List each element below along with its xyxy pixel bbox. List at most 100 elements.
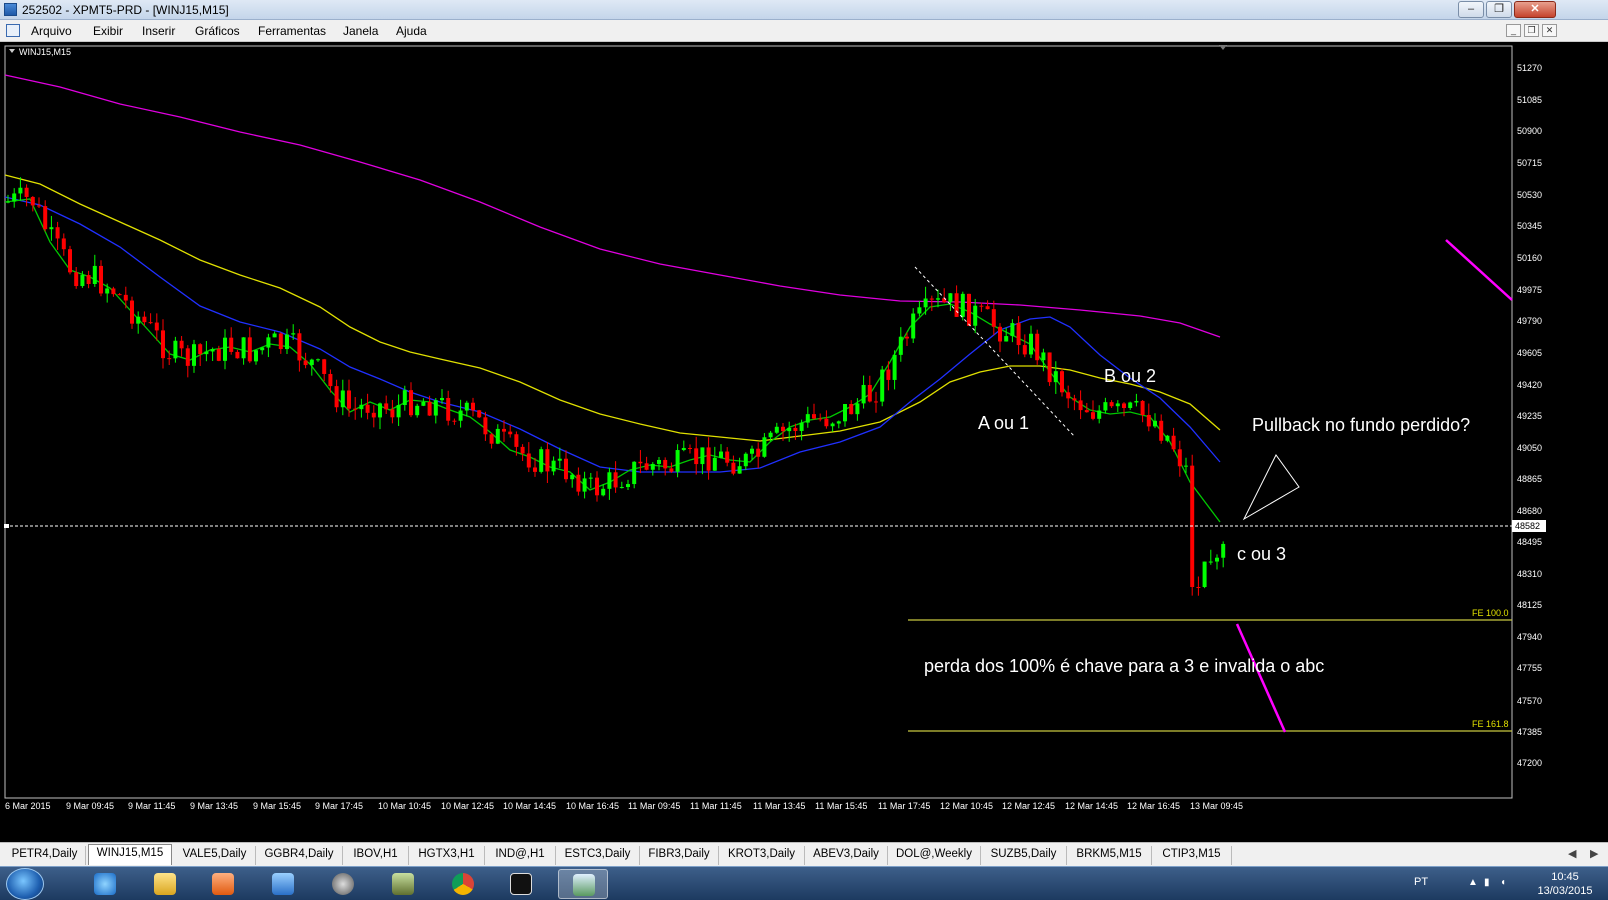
candle-body [378,403,382,418]
candle-body [700,447,705,465]
chart-background [0,42,1608,842]
candle-body [285,334,289,350]
tab-scroll-left-icon[interactable]: ◀ [1568,847,1576,860]
tab-dol[interactable]: DOL@,Weekly [888,846,981,865]
tab-hgtx3[interactable]: HGTX3,H1 [409,846,485,865]
taskbar-explorer[interactable] [140,869,190,899]
candle-body [539,449,544,472]
tab-scroll-right-icon[interactable]: ▶ [1590,847,1598,860]
candle-body [489,434,494,444]
tray-expand-icon[interactable]: ▲ [1468,877,1480,889]
price-level-label: 48865 [1517,474,1542,484]
taskbar-metatrader[interactable] [558,869,608,899]
price-level-label: 49790 [1517,316,1542,326]
mdi-restore-button[interactable]: ❐ [1524,24,1539,37]
price-level-label: 50530 [1517,190,1542,200]
taskbar-media[interactable] [198,869,248,899]
taskbar-outlook[interactable] [258,869,308,899]
menu-arquivo[interactable]: Arquivo [31,24,72,38]
price-line-handle[interactable] [4,524,9,528]
close-button[interactable]: ✕ [1514,1,1556,18]
start-orb[interactable] [6,868,44,900]
candle-body [551,460,556,472]
candle-body [167,358,172,360]
candle-body [266,337,271,348]
taskbar-chrome[interactable] [438,869,488,899]
time-label: 10 Mar 16:45 [566,801,619,811]
menu-inserir[interactable]: Inserir [142,24,175,38]
candle-body [229,337,234,352]
menu-exibir[interactable]: Exibir [93,24,123,38]
tab-estc3[interactable]: ESTC3,Daily [556,846,640,865]
title-bar[interactable]: 252502 - XPMT5-PRD - [WINJ15,M15] – ❐ ✕ [0,0,1608,20]
time-label: 11 Mar 17:45 [878,801,930,811]
menu-ferramentas[interactable]: Ferramentas [258,24,326,38]
candle-body [1016,323,1021,346]
tab-ggbr4[interactable]: GGBR4,Daily [256,846,343,865]
tab-vale5[interactable]: VALE5,Daily [174,846,256,865]
candle-body [923,298,928,308]
candle-body [985,306,990,310]
candle-body [905,336,909,339]
candle-body [737,466,742,474]
tab-ctip3[interactable]: CTIP3,M15 [1152,846,1232,865]
time-label: 11 Mar 09:45 [628,801,680,811]
candle-body [545,449,550,472]
tab-winj15[interactable]: WINJ15,M15 [88,844,172,865]
tab-suzb5[interactable]: SUZB5,Daily [981,846,1067,865]
candle-body [1084,410,1089,413]
candle-body [24,187,29,197]
mdi-minimize-button[interactable]: _ [1506,24,1521,37]
language-indicator[interactable]: PT [1414,876,1428,888]
annotation-a[interactable]: A ou 1 [978,413,1029,433]
candle-body [1128,402,1133,408]
candle-body [712,457,717,471]
price-level-label: 51085 [1517,95,1542,105]
network-icon[interactable]: ▮ [1484,877,1496,889]
time-label: 10 Mar 10:45 [378,801,431,811]
ie-icon [94,873,116,895]
taskbar-xp[interactable] [496,869,546,899]
menu-ajuda[interactable]: Ajuda [396,24,427,38]
price-chart[interactable]: WINJ15,M15 51270 51085 50900 50715 50530… [0,42,1608,842]
taskbar-ie[interactable] [80,869,130,899]
candle-body [849,404,854,415]
tab-brkm5[interactable]: BRKM5,M15 [1067,846,1152,865]
price-level-label: 50160 [1517,253,1542,263]
tab-abev3[interactable]: ABEV3,Daily [805,846,888,865]
candle-body [309,359,314,366]
candle-body [204,351,209,355]
price-level-label: 48125 [1517,600,1542,610]
window-title: 252502 - XPMT5-PRD - [WINJ15,M15] [22,3,229,17]
candle-body [92,265,97,284]
candle-body [762,437,767,457]
candle-body [1196,587,1201,588]
tab-ibov[interactable]: IBOV,H1 [343,846,409,865]
minimize-button[interactable]: – [1458,1,1484,18]
candle-body [68,249,72,273]
menu-janela[interactable]: Janela [343,24,378,38]
candle-body [1115,403,1120,407]
mdi-close-button[interactable]: ✕ [1542,24,1557,37]
tab-fibr3[interactable]: FIBR3,Daily [640,846,719,865]
tab-krot3[interactable]: KROT3,Daily [719,846,805,865]
tab-ind[interactable]: IND@,H1 [485,846,556,865]
time-label: 9 Mar 15:45 [253,801,301,811]
annotation-pullback[interactable]: Pullback no fundo perdido? [1252,415,1470,435]
tab-petr4[interactable]: PETR4,Daily [4,846,86,865]
candle-body [867,384,872,402]
clock-time[interactable]: 10:45 [1530,871,1600,883]
clock-date[interactable]: 13/03/2015 [1530,885,1600,897]
annotation-b[interactable]: B ou 2 [1104,366,1156,386]
taskbar-hp[interactable] [318,869,368,899]
volume-icon[interactable]: ◖ [1500,877,1512,889]
maximize-button[interactable]: ❐ [1486,1,1512,18]
taskbar-mediaplayer[interactable] [378,869,428,899]
annotation-c[interactable]: c ou 3 [1237,544,1286,564]
candle-body [452,420,457,422]
candle-body [415,405,420,416]
annotation-loss[interactable]: perda dos 100% é chave para a 3 e invali… [924,656,1324,676]
candle-body [409,390,413,416]
menu-graficos[interactable]: Gráficos [195,24,240,38]
candle-body [533,467,537,472]
